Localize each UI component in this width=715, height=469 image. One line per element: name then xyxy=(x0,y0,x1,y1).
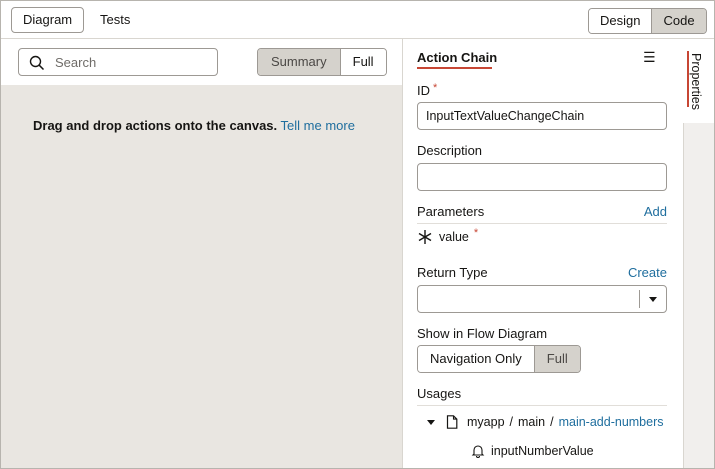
drag-drop-text: Drag and drop actions onto the canvas. xyxy=(33,118,278,133)
summary-full-toggle: Summary Full xyxy=(257,48,387,76)
path-separator-1: / xyxy=(509,415,514,429)
description-field xyxy=(417,163,667,191)
tell-me-more-link[interactable]: Tell me more xyxy=(281,118,355,133)
tab-tests[interactable]: Tests xyxy=(88,7,142,33)
navigation-only-button[interactable]: Navigation Only xyxy=(418,346,535,372)
path-separator-2: / xyxy=(550,415,554,429)
usage-page-row[interactable]: myapp / main / main-add-numbers xyxy=(427,415,664,429)
properties-side-tab[interactable]: Properties xyxy=(683,39,714,123)
panel-title: Action Chain xyxy=(417,50,498,65)
diagram-canvas[interactable]: Summary Full Drag and drop actions onto … xyxy=(1,39,402,468)
full-button[interactable]: Full xyxy=(340,49,386,75)
create-type-link[interactable]: Create xyxy=(603,265,667,280)
usage-event-row[interactable]: inputNumberValue xyxy=(471,444,594,458)
id-field xyxy=(417,102,667,130)
code-button[interactable]: Code xyxy=(652,9,706,33)
id-input[interactable] xyxy=(418,103,666,129)
parameter-name: value xyxy=(439,230,469,244)
page-icon xyxy=(446,415,458,429)
expand-caret-icon[interactable] xyxy=(427,419,435,425)
side-tab-label: Properties xyxy=(689,53,703,110)
parameter-required-mark: * xyxy=(473,227,479,239)
search-icon xyxy=(29,55,45,71)
description-input[interactable] xyxy=(418,164,666,190)
description-label: Description xyxy=(417,143,483,158)
chevron-down-icon[interactable] xyxy=(649,297,657,302)
usages-label: Usages xyxy=(417,386,462,401)
flow-diagram-label: Show in Flow Diagram xyxy=(417,326,548,341)
top-toolbar: Diagram Tests Design Code xyxy=(1,1,714,39)
canvas-toolbar: Summary Full xyxy=(1,39,402,85)
parameters-label: Parameters xyxy=(417,204,485,219)
asterisk-icon xyxy=(418,230,432,244)
menu-icon[interactable]: ☰ xyxy=(643,49,656,66)
required-mark: * xyxy=(433,82,438,94)
search-input[interactable] xyxy=(55,52,205,72)
summary-button[interactable]: Summary xyxy=(258,49,341,75)
usage-app: myapp xyxy=(467,415,505,429)
title-underline xyxy=(417,67,492,69)
usage-flow: main xyxy=(518,415,546,429)
search-box xyxy=(18,48,218,76)
design-button[interactable]: Design xyxy=(589,9,653,33)
properties-panel: Action Chain ☰ ID* Description Parameter… xyxy=(402,39,683,468)
canvas-empty-message: Drag and drop actions onto the canvas. T… xyxy=(33,118,355,133)
usages-divider xyxy=(417,405,667,406)
bell-icon xyxy=(471,445,485,458)
tab-diagram[interactable]: Diagram xyxy=(11,7,85,33)
return-type-label: Return Type xyxy=(417,265,488,280)
return-type-select[interactable] xyxy=(417,285,667,313)
visual-builder-window: Diagram Tests Design Code Summary Full D… xyxy=(0,0,715,469)
design-code-toggle: Design Code xyxy=(588,8,707,34)
usage-page-link[interactable]: main-add-numbers xyxy=(559,415,664,429)
add-parameter-link[interactable]: Add xyxy=(603,204,667,219)
flow-full-button[interactable]: Full xyxy=(534,346,580,372)
parameter-item[interactable]: value * xyxy=(417,227,479,245)
side-tab-label-wrap: Properties xyxy=(686,53,706,113)
usage-event-name: inputNumberValue xyxy=(491,444,594,458)
id-label: ID xyxy=(417,83,430,98)
id-label-row: ID * xyxy=(417,82,438,98)
flow-diagram-toggle: Navigation Only Full xyxy=(417,345,581,373)
select-divider xyxy=(639,290,640,308)
parameters-divider xyxy=(417,223,667,224)
